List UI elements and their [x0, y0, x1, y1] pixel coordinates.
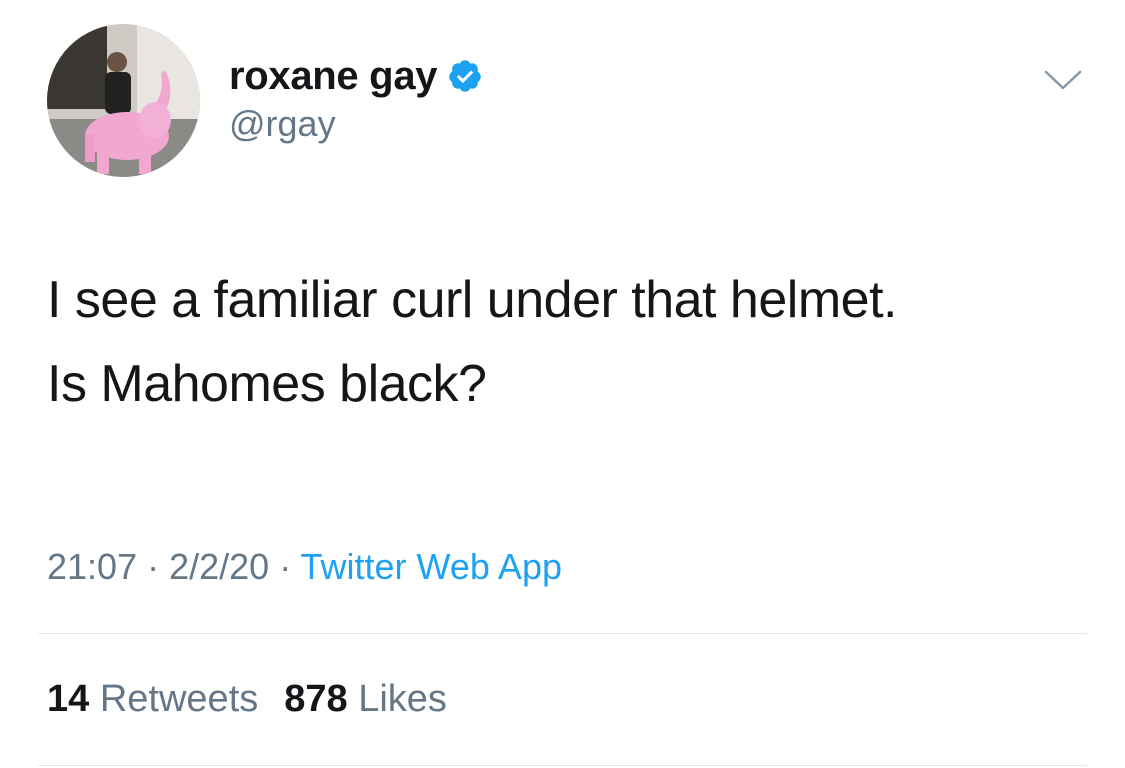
retweets-label: Retweets: [99, 678, 259, 720]
retweets-stat[interactable]: 14 Retweets: [47, 678, 258, 720]
chevron-down-icon[interactable]: [1042, 64, 1084, 94]
author-name-row: roxane gay: [229, 52, 483, 100]
verified-badge-icon: [447, 58, 483, 94]
tweet-meta: 21:07 · 2/2/20 · Twitter Web App: [47, 546, 562, 588]
meta-separator: ·: [269, 546, 301, 587]
tweet-text-line-2: Is Mahomes black?: [47, 355, 487, 413]
avatar[interactable]: [47, 24, 200, 177]
meta-separator: ·: [137, 546, 170, 587]
tweet-source-link[interactable]: Twitter Web App: [301, 546, 562, 587]
tweet-time[interactable]: 21:07: [47, 546, 137, 587]
tweet-stats: 14 Retweets 878 Likes: [47, 678, 447, 721]
retweets-count: 14: [47, 678, 90, 720]
author-handle[interactable]: @rgay: [229, 103, 336, 145]
likes-count: 878: [284, 678, 348, 720]
likes-stat[interactable]: 878 Likes: [284, 678, 447, 720]
divider: [38, 765, 1087, 766]
divider: [38, 633, 1087, 634]
likes-label: Likes: [358, 678, 447, 720]
tweet-text-line-1: I see a familiar curl under that helmet.: [47, 271, 897, 329]
tweet-text: I see a familiar curl under that helmet.…: [47, 258, 1097, 426]
author-name[interactable]: roxane gay: [229, 54, 438, 99]
tweet-date[interactable]: 2/2/20: [169, 546, 269, 587]
tweet-card: roxane gay @rgay I see a familiar curl u…: [0, 0, 1125, 768]
